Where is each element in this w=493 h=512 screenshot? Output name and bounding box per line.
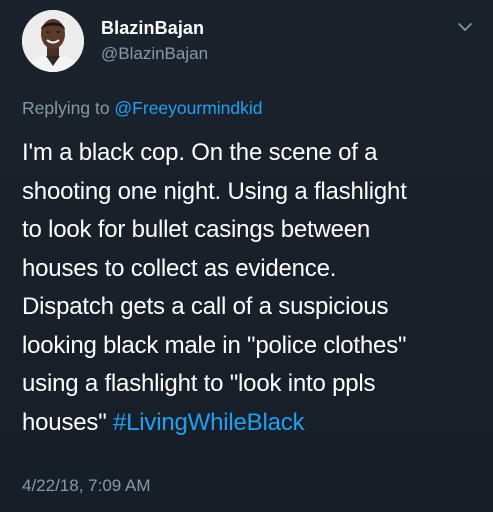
tweet-text-line: houses to collect as evidence. [22,254,337,282]
user-handle[interactable]: @BlazinBajan [101,44,208,64]
tweet-card: BlazinBajan @BlazinBajan Replying to @Fr… [0,0,493,512]
tweet-text: I'm a black cop. On the scene of a shoot… [22,134,482,442]
tweet-text-line: shooting one night. Using a flashlight [22,177,407,205]
reply-mention-link[interactable]: @Freeyourmindkid [114,98,262,118]
tweet-text-line: Dispatch gets a call of a suspicious [22,293,389,320]
replying-to: Replying to @Freeyourmindkid [22,98,263,119]
avatar-image [22,10,84,72]
tweet-text-line: looking black male in "police clothes" [22,331,407,359]
avatar[interactable] [22,10,84,72]
display-name[interactable]: BlazinBajan [101,18,204,39]
tweet-text-line: I'm a black cop. On the scene of a [22,139,378,166]
hashtag-link[interactable]: #LivingWhileBlack [113,409,305,436]
tweet-text-line: using a flashlight to "look into ppls [22,370,376,397]
chevron-down-icon[interactable] [457,20,473,34]
tweet-text-line: to look for bullet casings between [22,216,371,243]
replying-to-label: Replying to [22,98,115,118]
tweet-text-line: houses" [22,408,113,436]
tweet-text-last-line: houses" #LivingWhileBlack [22,404,482,443]
timestamp[interactable]: 4/22/18, 7:09 AM [22,476,151,496]
